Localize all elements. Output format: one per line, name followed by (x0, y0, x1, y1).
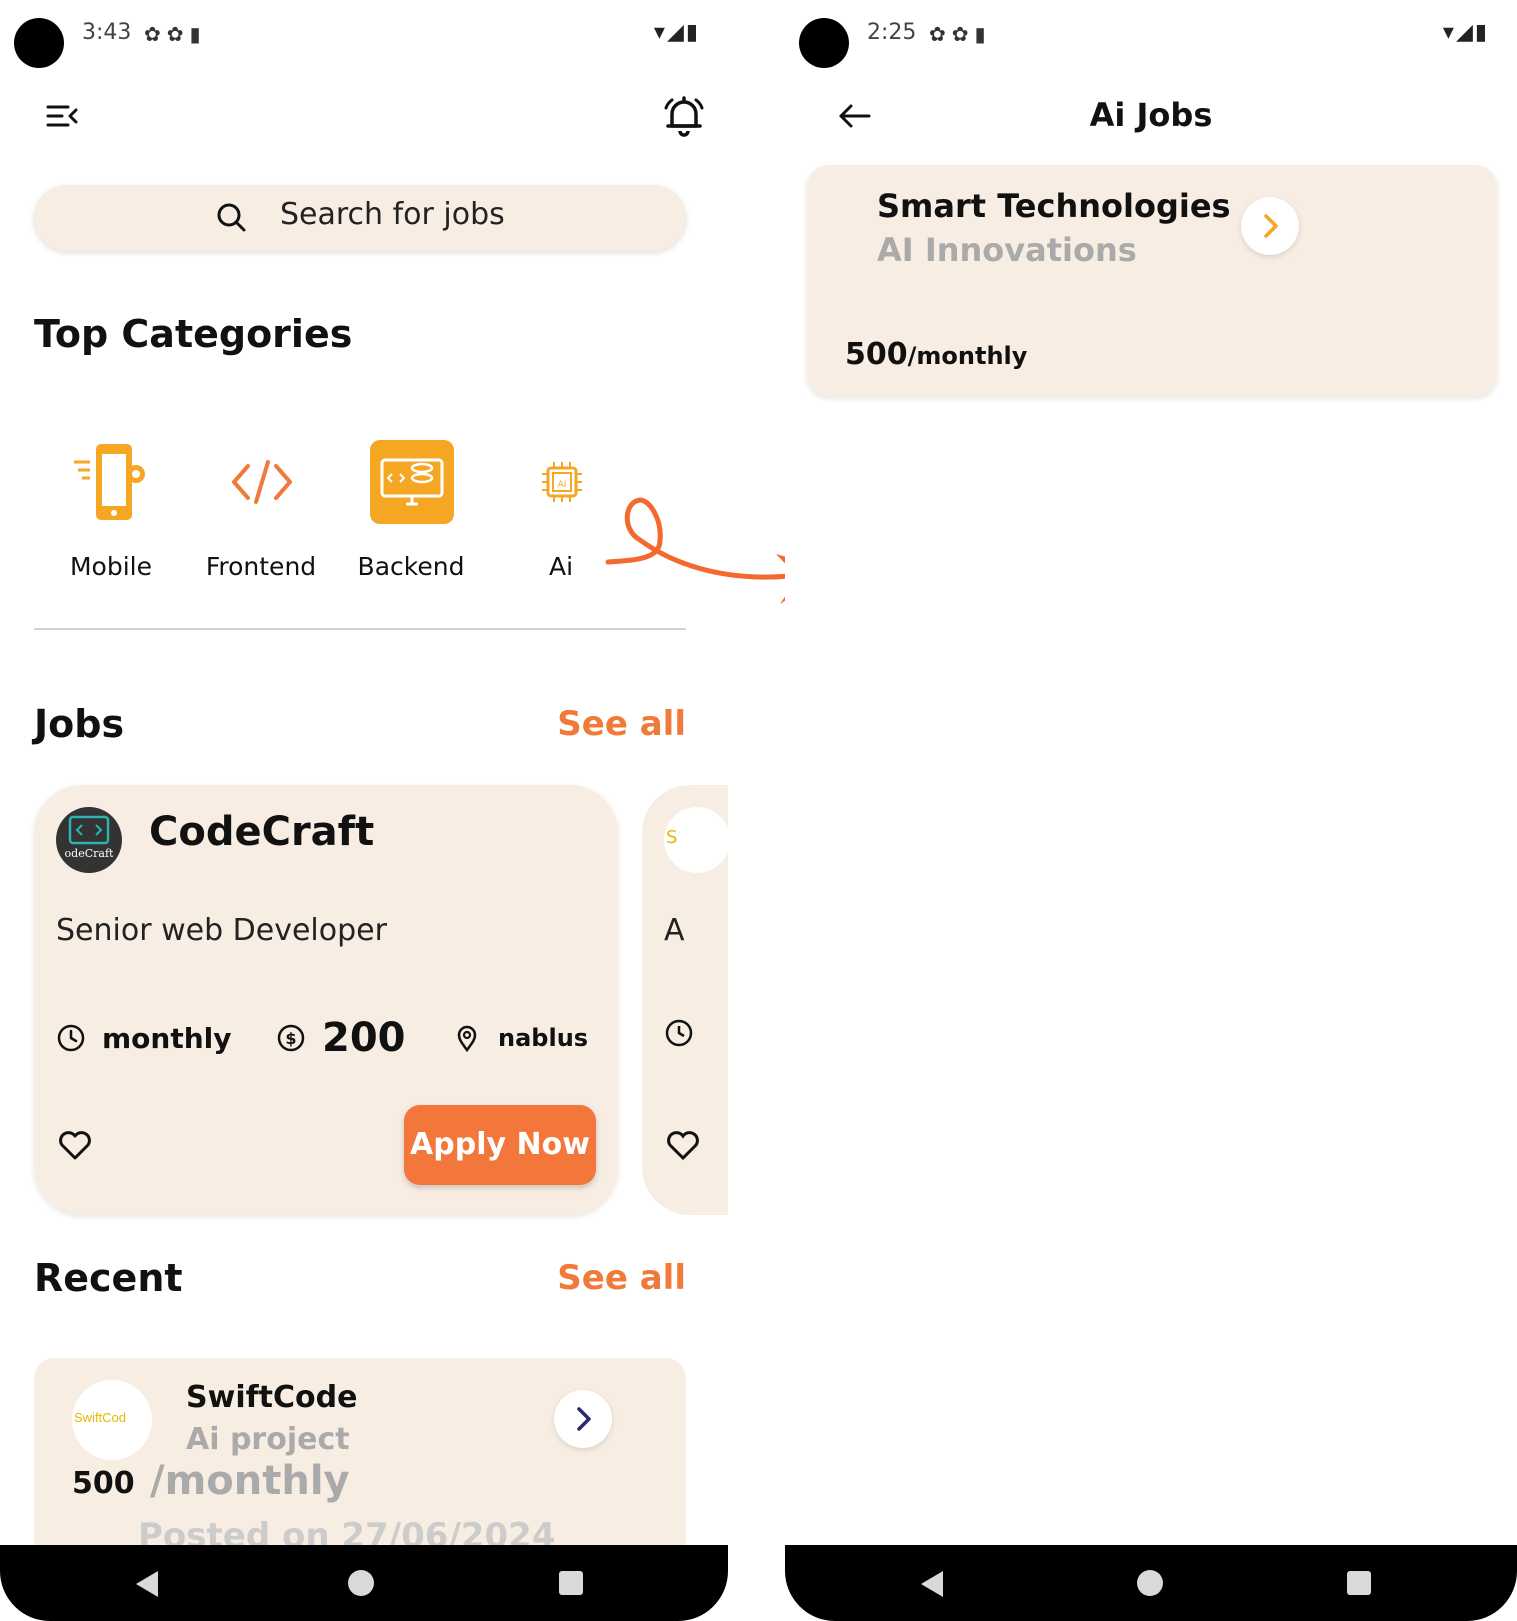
status-bar: 2:25 ✿✿▮ ▾◢▮ (785, 0, 1517, 80)
nav-recents-icon[interactable] (1347, 1571, 1371, 1595)
nav-back-icon[interactable] (136, 1571, 158, 1597)
location-pin-icon (457, 1025, 477, 1053)
job-location: nablus (452, 1013, 588, 1063)
nav-back-icon[interactable] (921, 1571, 943, 1597)
ai-job-card[interactable]: Smart Technologies AI Innovations 500/mo… (807, 165, 1497, 397)
server-monitor-icon (370, 440, 454, 524)
category-label: Frontend (205, 552, 317, 581)
status-bar: 3:43 ✿✿▮ ▾◢▮ (0, 0, 728, 80)
job-salary-text: 200 (322, 1015, 406, 1061)
ai-company-name: Smart Technologies (877, 187, 1231, 225)
dollar-circle-icon: $ (277, 1024, 305, 1052)
status-time: 2:25 (867, 20, 917, 45)
ai-salary: 500/monthly (845, 337, 1027, 372)
camera-cutout (14, 18, 64, 68)
recent-logo-text: SwiftCod (74, 1410, 127, 1425)
codecraft-logo-icon: odeCraft (65, 815, 114, 860)
job-card-peek[interactable]: S A (642, 785, 728, 1215)
peek-company-logo: S (664, 807, 728, 873)
status-notification-icons: ✿✿▮ (929, 22, 992, 46)
recent-company-name: SwiftCode (186, 1380, 358, 1415)
ai-salary-amount: 500 (845, 337, 908, 372)
home-screen: 3:43 ✿✿▮ ▾◢▮ Search for jobs Top Categor… (0, 0, 728, 1621)
svg-text:odeCraft: odeCraft (65, 847, 114, 860)
category-frontend[interactable]: Frontend (186, 440, 336, 600)
recent-see-all-link[interactable]: See all (557, 1258, 686, 1298)
status-notification-icons: ✿✿▮ (144, 22, 207, 46)
page-title: Ai Jobs (1089, 96, 1213, 134)
category-mobile[interactable]: Mobile (36, 440, 186, 600)
company-name: CodeCraft (149, 809, 375, 855)
company-logo: odeCraft (56, 807, 122, 873)
mobile-settings-icon (74, 444, 145, 520)
status-signal-battery-icons: ▾◢▮ (653, 20, 700, 45)
job-location-text: nablus (498, 1024, 589, 1052)
system-nav-bar (0, 1545, 728, 1621)
job-card[interactable]: odeCraft CodeCraft Senior web Developer … (34, 785, 618, 1215)
job-title: Senior web Developer (56, 913, 387, 948)
apply-now-button[interactable]: Apply Now (404, 1105, 596, 1185)
chevron-right-icon (577, 1407, 591, 1431)
status-signal-battery-icons: ▾◢▮ (1442, 20, 1489, 45)
svg-text:AI: AI (558, 480, 567, 490)
category-label: Mobile (69, 552, 152, 581)
search-placeholder: Search for jobs (280, 197, 505, 232)
job-period-text: monthly (102, 1021, 232, 1055)
recent-salary: 500 (72, 1466, 135, 1501)
heart-icon[interactable] (56, 1125, 94, 1163)
recent-job-subtitle: Ai project (186, 1422, 350, 1457)
menu-collapse-icon[interactable] (44, 98, 80, 134)
job-salary: $ 200 (276, 1013, 406, 1063)
system-nav-bar (785, 1545, 1517, 1621)
ai-chip-icon: AI (542, 462, 582, 502)
camera-cutout (799, 18, 849, 68)
peek-job-title: A (664, 913, 685, 948)
clock-icon (57, 1024, 85, 1052)
recent-company-logo: SwiftCod (72, 1380, 152, 1460)
ai-salary-period: /monthly (907, 342, 1028, 370)
svg-text:$: $ (285, 1029, 296, 1048)
search-bar[interactable]: Search for jobs (34, 185, 686, 251)
code-brackets-icon (232, 460, 292, 504)
alarm-bell-icon[interactable] (660, 92, 708, 140)
category-label: Backend (357, 552, 465, 581)
nav-recents-icon[interactable] (559, 1571, 583, 1595)
recent-open-button[interactable] (554, 1390, 612, 1448)
search-icon (217, 203, 246, 232)
ai-job-open-button[interactable] (1241, 197, 1299, 255)
top-categories-title: Top Categories (34, 312, 353, 356)
status-time: 3:43 (82, 20, 132, 45)
nav-home-icon[interactable] (1137, 1570, 1163, 1596)
category-backend[interactable]: Backend (336, 440, 486, 600)
nav-home-icon[interactable] (348, 1570, 374, 1596)
jobs-see-all-link[interactable]: See all (557, 704, 686, 744)
recent-title: Recent (34, 1256, 183, 1300)
peek-logo-text: S (666, 827, 678, 848)
job-meta-row: monthly $ 200 nablus (56, 1013, 616, 1063)
peek-clock-icon (665, 1019, 693, 1047)
chevron-right-icon (1264, 214, 1278, 238)
categories-divider (34, 628, 686, 630)
ai-jobs-screen: 2:25 ✿✿▮ ▾◢▮ Ai Jobs Smart Technologies … (785, 0, 1517, 1621)
ai-job-subtitle: AI Innovations (877, 231, 1137, 269)
jobs-title: Jobs (34, 702, 125, 746)
recent-period: /monthly (150, 1458, 350, 1504)
peek-heart-icon (667, 1131, 699, 1161)
job-period: monthly (56, 1013, 232, 1063)
